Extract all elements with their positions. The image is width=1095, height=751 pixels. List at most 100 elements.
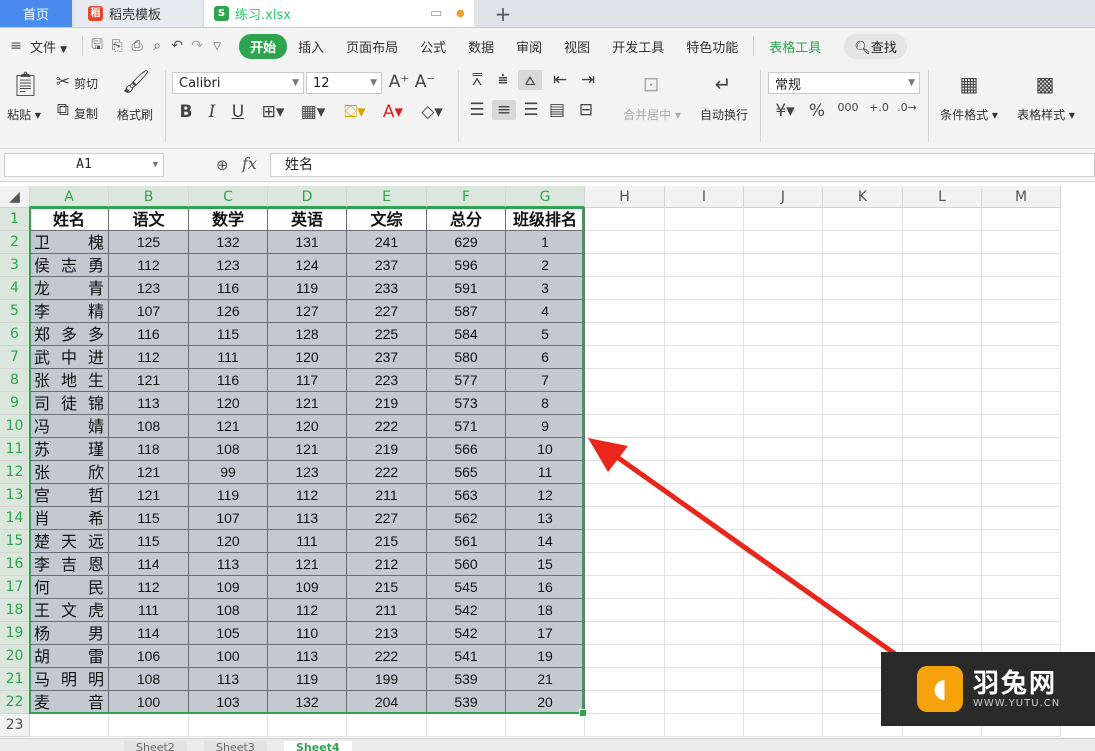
empty-cell[interactable] (665, 323, 744, 346)
empty-cell[interactable] (744, 277, 823, 300)
decrease-indent-icon[interactable]: ⇤ (548, 70, 572, 90)
cell-name[interactable]: 卫槐 (30, 231, 109, 254)
menu-insert[interactable]: 插入 (287, 37, 335, 56)
empty-cell[interactable] (982, 277, 1061, 300)
cell-liberal-arts[interactable]: 237 (347, 346, 427, 369)
increase-font-size-icon[interactable]: A⁺ (388, 72, 410, 92)
cell-liberal-arts[interactable]: 204 (347, 691, 427, 714)
scissors-icon[interactable]: ✂ (52, 72, 74, 92)
save-icon[interactable]: 🖫 (87, 34, 107, 58)
decrease-font-size-icon[interactable]: A⁻ (414, 72, 436, 92)
empty-cell[interactable] (982, 622, 1061, 645)
cell-english[interactable]: 119 (268, 277, 347, 300)
cell-name[interactable]: 郑多多 (30, 323, 109, 346)
export-pdf-icon[interactable]: ⎘ (107, 38, 127, 54)
cell-math[interactable]: 105 (189, 622, 268, 645)
align-bottom-icon[interactable]: ⩟ (518, 70, 542, 90)
cell-class-rank[interactable]: 18 (506, 599, 585, 622)
cell-chinese[interactable]: 108 (109, 415, 189, 438)
cell-name[interactable]: 冯婧 (30, 415, 109, 438)
cell-liberal-arts[interactable]: 227 (347, 300, 427, 323)
decrease-decimal-icon[interactable]: .0→ (894, 101, 920, 114)
row-header-5[interactable]: 5 (0, 300, 30, 323)
cell-class-rank[interactable]: 8 (506, 392, 585, 415)
cell-math[interactable]: 132 (189, 231, 268, 254)
cell-math[interactable]: 115 (189, 323, 268, 346)
cell-english[interactable]: 119 (268, 668, 347, 691)
cell-english[interactable]: 121 (268, 553, 347, 576)
row-header-15[interactable]: 15 (0, 530, 30, 553)
row-header-13[interactable]: 13 (0, 484, 30, 507)
empty-cell[interactable] (982, 553, 1061, 576)
header-cell-total[interactable]: 总分 (427, 208, 506, 231)
empty-cell[interactable] (903, 254, 982, 277)
empty-cell[interactable] (982, 576, 1061, 599)
zoom-formula-icon[interactable]: ⊕ (216, 156, 229, 174)
currency-icon[interactable]: ¥▾ (770, 101, 800, 121)
row-header-19[interactable]: 19 (0, 622, 30, 645)
cell-english[interactable]: 121 (268, 438, 347, 461)
column-header-k[interactable]: K (823, 186, 903, 208)
cell-chinese[interactable]: 111 (109, 599, 189, 622)
empty-cell[interactable] (189, 714, 268, 737)
cell-chinese[interactable]: 113 (109, 392, 189, 415)
cell-english[interactable]: 112 (268, 599, 347, 622)
cell-math[interactable]: 111 (189, 346, 268, 369)
empty-cell[interactable] (665, 208, 744, 231)
empty-cell[interactable] (585, 300, 665, 323)
cell-total[interactable]: 542 (427, 599, 506, 622)
cell-total[interactable]: 563 (427, 484, 506, 507)
redo-icon[interactable]: ↷ (187, 38, 207, 54)
cell-liberal-arts[interactable]: 213 (347, 622, 427, 645)
increase-indent-icon[interactable]: ⇥ (576, 70, 600, 90)
row-header-3[interactable]: 3 (0, 254, 30, 277)
empty-cell[interactable] (347, 714, 427, 737)
cell-chinese[interactable]: 112 (109, 576, 189, 599)
empty-cell[interactable] (268, 714, 347, 737)
row-header-6[interactable]: 6 (0, 323, 30, 346)
cell-total[interactable]: 577 (427, 369, 506, 392)
bold-button[interactable]: B (176, 102, 196, 122)
cell-math[interactable]: 109 (189, 576, 268, 599)
cell-math[interactable]: 113 (189, 668, 268, 691)
format-painter-icon[interactable]: 🖌︎ (122, 70, 150, 95)
cell-liberal-arts[interactable]: 219 (347, 392, 427, 415)
empty-cell[interactable] (903, 208, 982, 231)
cell-class-rank[interactable]: 20 (506, 691, 585, 714)
menu-data[interactable]: 数据 (457, 37, 505, 56)
align-center-icon[interactable]: ≡ (492, 100, 516, 120)
empty-cell[interactable] (665, 346, 744, 369)
cell-liberal-arts[interactable]: 222 (347, 645, 427, 668)
menu-page-layout[interactable]: 页面布局 (335, 37, 409, 56)
cell-class-rank[interactable]: 17 (506, 622, 585, 645)
row-header-8[interactable]: 8 (0, 369, 30, 392)
cell-english[interactable]: 121 (268, 392, 347, 415)
cell-liberal-arts[interactable]: 237 (347, 254, 427, 277)
borders-icon[interactable]: ⊞▾ (258, 102, 288, 122)
cell-chinese[interactable]: 125 (109, 231, 189, 254)
cell-class-rank[interactable]: 19 (506, 645, 585, 668)
cell-math[interactable]: 120 (189, 392, 268, 415)
file-menu[interactable]: 文件 ▼ (26, 37, 78, 56)
empty-cell[interactable] (982, 323, 1061, 346)
print-icon[interactable]: ⎙ (127, 38, 147, 54)
cell-class-rank[interactable]: 9 (506, 415, 585, 438)
wrap-text-button[interactable]: 自动换行 (694, 106, 754, 123)
cell-total[interactable]: 584 (427, 323, 506, 346)
function-button[interactable]: fx (242, 154, 257, 173)
cell-liberal-arts[interactable]: 215 (347, 530, 427, 553)
increase-decimal-icon[interactable]: +.0 (866, 101, 892, 114)
cell-english[interactable]: 110 (268, 622, 347, 645)
quick-access-dropdown-icon[interactable]: ▽ (207, 41, 227, 52)
row-header-22[interactable]: 22 (0, 691, 30, 714)
cell-english[interactable]: 124 (268, 254, 347, 277)
cell-name[interactable]: 龙青 (30, 277, 109, 300)
empty-cell[interactable] (903, 392, 982, 415)
align-top-icon[interactable]: ⩞ (466, 70, 488, 90)
format-painter-button[interactable]: 格式刷 (112, 106, 158, 123)
empty-cell[interactable] (903, 346, 982, 369)
cell-liberal-arts[interactable]: 223 (347, 369, 427, 392)
cell-english[interactable]: 120 (268, 346, 347, 369)
formula-input[interactable]: 姓名 (270, 153, 1095, 177)
cell-english[interactable]: 131 (268, 231, 347, 254)
